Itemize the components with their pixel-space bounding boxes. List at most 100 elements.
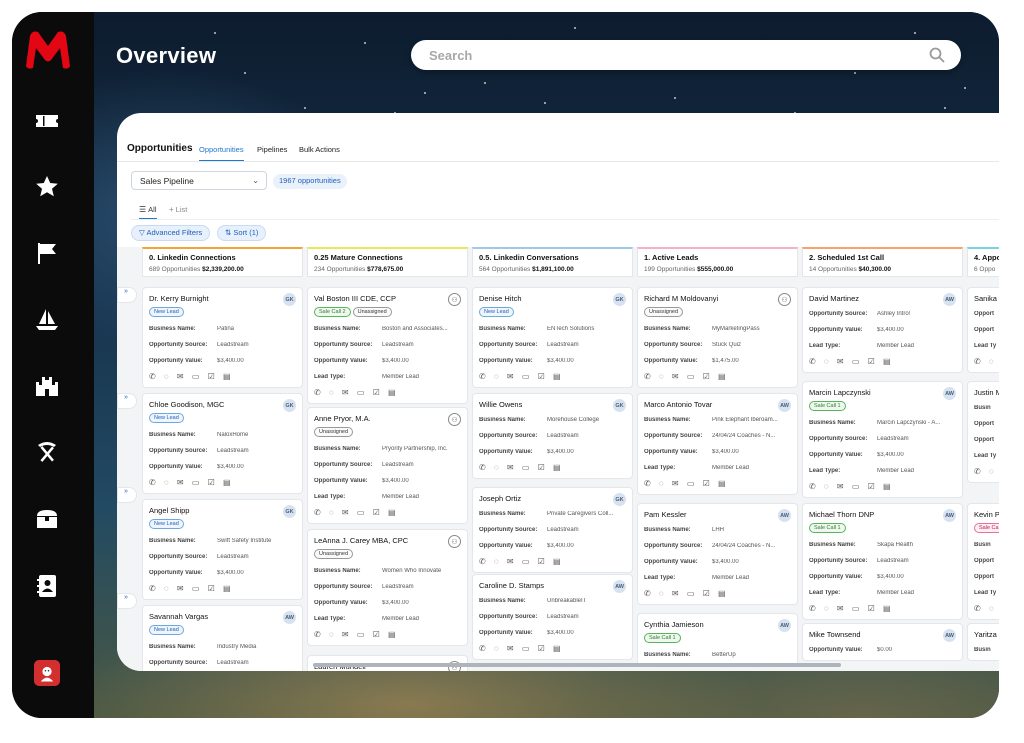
contact-name[interactable]: Justin M — [974, 388, 999, 397]
card-action-icons[interactable]: ✆ ◌ ✉ ▭ ☑ ▤ — [479, 644, 626, 654]
unassigned-user-icon[interactable]: ⚇ — [448, 293, 461, 306]
assignee-avatar[interactable]: GK — [613, 293, 626, 306]
contact-name[interactable]: David Martinez — [809, 294, 956, 303]
status-tag[interactable]: Unassigned — [352, 307, 392, 317]
opportunity-card[interactable]: Richard M Moldovanyi ⚇ Unassigned Business … — [637, 287, 798, 388]
contact-name[interactable]: Val Boston III CDE, CCP — [314, 294, 461, 303]
assignee-avatar[interactable]: AW — [943, 293, 956, 306]
opportunity-card[interactable]: David Martinez AW Opportunity Source: Ashle… — [802, 287, 963, 373]
contact-name[interactable]: Dr. Kerry Burnight — [149, 294, 296, 303]
card-action-icons[interactable]: ✆ ◌ ✉ ▭ ☑ ▤ — [314, 388, 461, 398]
status-tag[interactable]: New Lead — [149, 519, 184, 529]
opportunity-card[interactable]: Mike Townsend AW Opportunity Value: $0.00 — [802, 623, 963, 661]
assignee-avatar[interactable]: AW — [943, 509, 956, 522]
assignee-avatar[interactable]: AW — [778, 509, 791, 522]
opportunity-card[interactable]: Michael Thorn DNP AW Sale Call 1 Business N… — [802, 503, 963, 620]
status-tag[interactable]: Unassigned — [314, 549, 354, 559]
opportunity-card[interactable]: Joseph Ortiz GK Business Name: Private Care… — [472, 487, 633, 573]
contact-name[interactable]: Kevin P — [974, 510, 999, 519]
card-action-icons[interactable]: ✆ ◌ ✉ ▭ ☑ ▤ — [479, 463, 626, 473]
card-action-icons[interactable]: ✆ ◌ ✉ ▭ ☑ ▤ — [149, 478, 296, 488]
opportunity-card[interactable]: Pam Kessler AW Business Name: LHH Opportunit… — [637, 503, 798, 605]
opportunity-card[interactable]: Marco Antonio Tovar AW Business Name: Pink … — [637, 393, 798, 495]
status-tag[interactable]: New Lead — [149, 307, 184, 317]
opportunity-card[interactable]: Kevin P Sale Ca Busin Opport Opport Lead Ty ✆ … — [967, 503, 999, 620]
unassigned-user-icon[interactable]: ⚇ — [448, 535, 461, 548]
assignee-avatar[interactable]: GK — [283, 293, 296, 306]
card-action-icons[interactable]: ✆ ◌ ✉ ▭ ☑ ▤ — [479, 557, 626, 567]
opportunity-card[interactable]: Justin M Busin Opport Opport Lead Ty ✆ ◌ ✉ ▭ … — [967, 381, 999, 483]
contact-name[interactable]: Mike Townsend — [809, 630, 956, 639]
card-action-icons[interactable]: ✆ ◌ ✉ ▭ ☑ ▤ — [314, 508, 461, 518]
card-action-icons[interactable]: ✆ ◌ ✉ ▭ ☑ ▤ — [149, 584, 296, 594]
opportunity-card[interactable]: Savannah Vargas AW New Lead Business Name: I… — [142, 605, 303, 671]
contact-name[interactable]: Michael Thorn DNP — [809, 510, 956, 519]
assignee-avatar[interactable]: AW — [778, 399, 791, 412]
card-action-icons[interactable]: ✆ ◌ ✉ ▭ ☑ ▤ — [974, 467, 999, 477]
contact-name[interactable]: Savannah Vargas — [149, 612, 296, 621]
card-action-icons[interactable]: ✆ ◌ ✉ ▭ ☑ ▤ — [644, 479, 791, 489]
assignee-avatar[interactable]: AW — [943, 387, 956, 400]
collapsed-column-tab[interactable]: » — [117, 487, 137, 503]
status-tag[interactable]: Sale Call 1 — [644, 633, 681, 643]
horizontal-scrollbar[interactable] — [313, 663, 841, 667]
contact-name[interactable]: LeAnna J. Carey MBA, CPC — [314, 536, 461, 545]
opportunity-card[interactable]: Marcin Lapczynski AW Sale Call 1 Business N… — [802, 381, 963, 498]
logo-icon[interactable] — [18, 26, 78, 76]
card-action-icons[interactable]: ✆ ◌ ✉ ▭ ☑ ▤ — [314, 630, 461, 640]
unassigned-user-icon[interactable]: ⚇ — [448, 413, 461, 426]
contact-book-icon[interactable] — [34, 573, 60, 599]
card-action-icons[interactable]: ✆ ◌ ✉ ▭ ☑ ▤ — [149, 372, 296, 382]
contact-name[interactable]: Marco Antonio Tovar — [644, 400, 791, 409]
contact-name[interactable]: Caroline D. Stamps — [479, 581, 626, 590]
opportunity-card[interactable]: Sanika Opport Opport Lead Ty ✆ ◌ ✉ ▭ ☑ ▤ — [967, 287, 999, 373]
opportunity-card[interactable]: Chloe Goodison, MGC GK New Lead Business Na… — [142, 393, 303, 494]
search-bar[interactable] — [411, 40, 961, 70]
opportunity-card[interactable]: Val Boston III CDE, CCP ⚇ Sale Call 2 Unass… — [307, 287, 468, 404]
card-action-icons[interactable]: ✆ ◌ ✉ ▭ ☑ ▤ — [974, 604, 999, 614]
tab-opportunities[interactable]: Opportunities — [199, 145, 244, 161]
sailboat-icon[interactable] — [34, 306, 60, 332]
assignee-avatar[interactable]: AW — [283, 611, 296, 624]
view-tab-all[interactable]: ☰ All — [139, 205, 157, 219]
contact-name[interactable]: Marcin Lapczynski — [809, 388, 956, 397]
assignee-avatar[interactable]: AW — [613, 580, 626, 593]
pickaxe-icon[interactable] — [34, 439, 60, 465]
status-tag[interactable]: Sale Call 1 — [809, 523, 846, 533]
castle-icon[interactable] — [34, 372, 60, 398]
view-tab-list[interactable]: + List — [169, 205, 187, 214]
advanced-filters-button[interactable]: ▽ Advanced Filters — [131, 225, 211, 241]
contact-name[interactable]: Pam Kessler — [644, 510, 791, 519]
contact-name[interactable]: Chloe Goodison, MGC — [149, 400, 296, 409]
card-action-icons[interactable]: ✆ ◌ ✉ ▭ ☑ ▤ — [479, 372, 626, 382]
contact-name[interactable]: Denise Hitch — [479, 294, 626, 303]
opportunity-card[interactable]: Caroline D. Stamps AW Business Name: Unbrea… — [472, 574, 633, 660]
opportunity-card[interactable]: Denise Hitch GK New Lead Business Name: ENTe… — [472, 287, 633, 388]
opportunity-card[interactable]: Cynthia Jamieson AW Sale Call 1 Business Na… — [637, 613, 798, 666]
opportunity-card[interactable]: LeAnna J. Carey MBA, CPC ⚇ Unassigned Busin… — [307, 529, 468, 646]
card-action-icons[interactable]: ✆ ◌ ✉ ▭ ☑ ▤ — [644, 372, 791, 382]
treasure-chest-icon[interactable] — [34, 506, 60, 532]
tab-bulk-actions[interactable]: Bulk Actions — [299, 145, 340, 154]
status-tag[interactable]: Sale Ca — [974, 523, 999, 533]
contact-name[interactable]: Cynthia Jamieson — [644, 620, 791, 629]
collapsed-column-tab[interactable]: » — [117, 393, 137, 409]
card-action-icons[interactable]: ✆ ◌ ✉ ▭ ☑ ▤ — [974, 357, 999, 367]
opportunity-card[interactable]: Willie Owens GK Business Name: Morehouse Co… — [472, 393, 633, 479]
unassigned-user-icon[interactable]: ⚇ — [778, 293, 791, 306]
status-tag[interactable]: Unassigned — [644, 307, 684, 317]
opportunity-card[interactable]: Anne Pryor, M.A. ⚇ Unassigned Business Name… — [307, 407, 468, 524]
assignee-avatar[interactable]: GK — [613, 493, 626, 506]
sort-button[interactable]: ⇅ Sort (1) — [217, 225, 267, 241]
assignee-avatar[interactable]: AW — [943, 629, 956, 642]
card-action-icons[interactable]: ✆ ◌ ✉ ▭ ☑ ▤ — [809, 604, 956, 614]
contact-name[interactable]: Joseph Ortiz — [479, 494, 626, 503]
star-icon[interactable] — [34, 174, 60, 200]
assignee-avatar[interactable]: GK — [613, 399, 626, 412]
contact-name[interactable]: Richard M Moldovanyi — [644, 294, 791, 303]
flag-icon[interactable] — [34, 240, 60, 266]
status-tag[interactable]: Unassigned — [314, 427, 354, 437]
card-action-icons[interactable]: ✆ ◌ ✉ ▭ ☑ ▤ — [644, 589, 791, 599]
user-avatar-icon[interactable] — [34, 660, 60, 686]
status-tag[interactable]: New Lead — [149, 413, 184, 423]
